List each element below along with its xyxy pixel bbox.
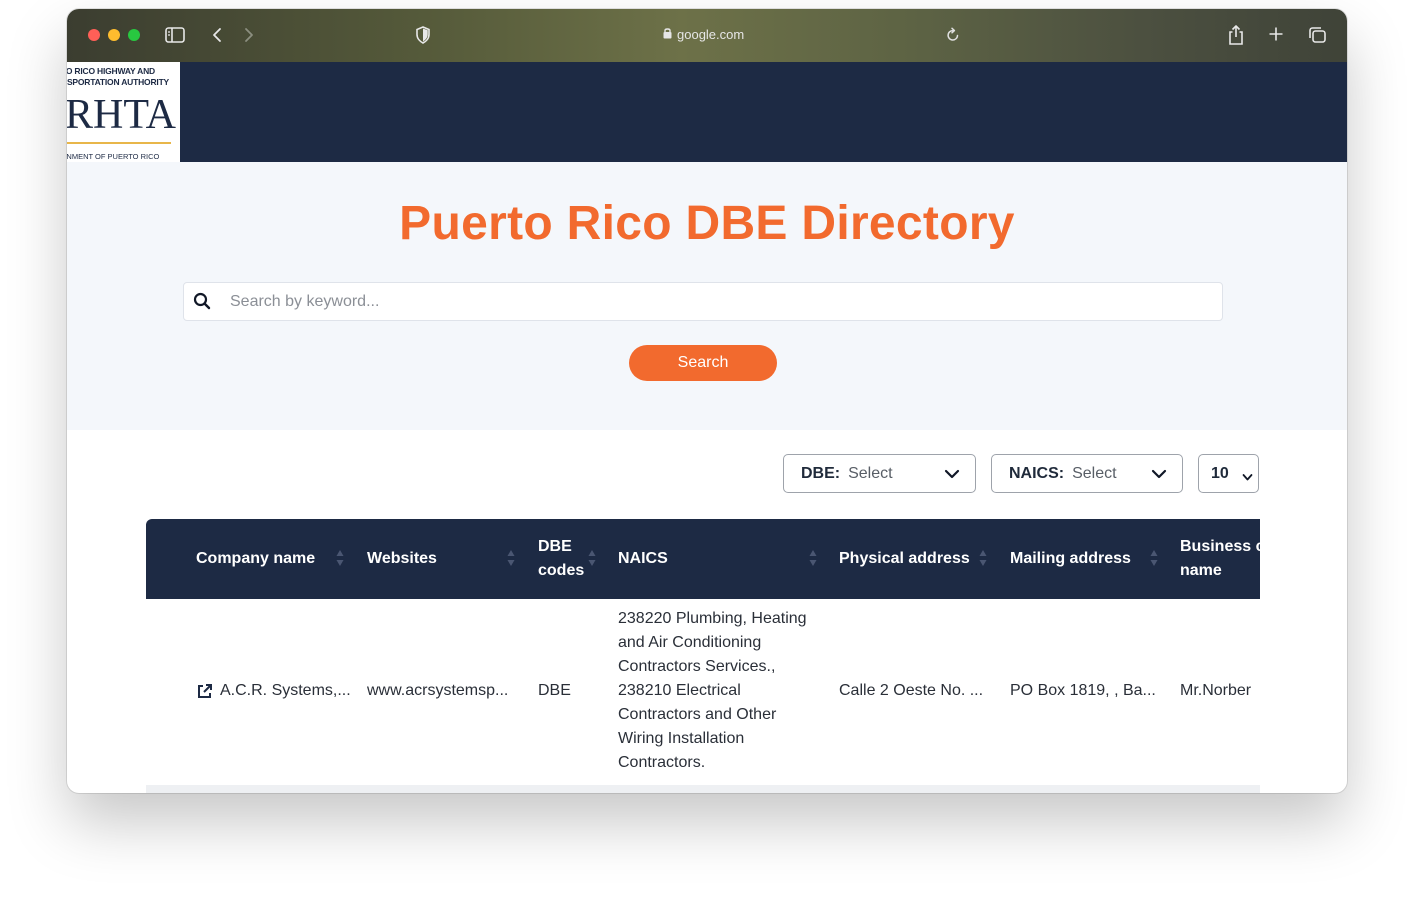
privacy-shield-icon[interactable]	[415, 26, 431, 49]
column-header-dbe-codes[interactable]: DBE codes	[538, 535, 584, 583]
dbe-filter-label: DBE:	[801, 464, 841, 482]
dbe-filter-select[interactable]: DBE: Select	[783, 454, 976, 493]
hero-search-section: Puerto Rico DBE Directory Search	[67, 162, 1347, 430]
sort-icon[interactable]	[1150, 549, 1158, 572]
naics-filter-label: NAICS:	[1009, 464, 1065, 482]
sort-icon[interactable]	[507, 549, 515, 572]
external-link-icon[interactable]	[196, 683, 213, 705]
address-bar[interactable]: google.com	[663, 27, 863, 42]
cell-website[interactable]: www.acrsystemsp...	[367, 679, 508, 703]
table-row[interactable]: A.C.R. Systems,... www.acrsystemsp... DB…	[146, 599, 1260, 785]
table-row-divider	[146, 785, 1260, 793]
reload-icon[interactable]	[946, 27, 960, 48]
cell-dbe-code: DBE	[538, 682, 571, 699]
new-tab-icon[interactable]	[1268, 26, 1284, 47]
back-icon[interactable]	[211, 26, 223, 49]
cell-business-contact: Mr.Norber	[1180, 682, 1252, 699]
column-header-naics[interactable]: NAICS	[618, 547, 668, 571]
logo-government-line: RNMENT OF PUERTO RICO	[67, 152, 160, 161]
maximize-window-button[interactable]	[128, 29, 140, 41]
naics-filter-value: Select	[1072, 464, 1117, 482]
logo-gold-rule	[67, 142, 171, 144]
page-title: Puerto Rico DBE Directory	[399, 197, 1015, 250]
lock-icon	[663, 27, 672, 42]
cell-company-name[interactable]: A.C.R. Systems,...	[220, 679, 351, 703]
chevron-down-icon	[1151, 467, 1167, 485]
column-header-mailing-address[interactable]: Mailing address	[1010, 547, 1131, 571]
site-header: TO RICO HIGHWAY AND NSPORTATION AUTHORIT…	[67, 62, 1347, 162]
share-icon[interactable]	[1227, 24, 1245, 51]
logo-acronym: RHTA	[67, 92, 176, 138]
sort-icon[interactable]	[336, 549, 344, 572]
cell-mailing-address: PO Box 1819, , Ba...	[1010, 682, 1156, 699]
cell-physical-address: Calle 2 Oeste No. ...	[839, 682, 984, 699]
sort-icon[interactable]	[809, 549, 817, 572]
column-header-websites[interactable]: Websites	[367, 547, 437, 571]
minimize-window-button[interactable]	[108, 29, 120, 41]
search-box	[183, 282, 1223, 321]
column-header-business-contact-name[interactable]: Business c name	[1180, 535, 1260, 583]
naics-filter-select[interactable]: NAICS: Select	[991, 454, 1183, 493]
page-size-value: 10	[1211, 464, 1229, 482]
column-header-company-name[interactable]: Company name	[196, 547, 315, 571]
close-window-button[interactable]	[88, 29, 100, 41]
logo-agency-name: TO RICO HIGHWAY AND NSPORTATION AUTHORIT…	[67, 66, 170, 87]
browser-window: google.com TO RICO HIGHWAY AND NSPORTATI…	[67, 9, 1347, 793]
chevron-down-icon	[944, 467, 960, 485]
search-button[interactable]: Search	[629, 345, 777, 381]
cell-naics: 238220 Plumbing, Heating and Air Conditi…	[618, 610, 807, 771]
prhta-logo[interactable]: TO RICO HIGHWAY AND NSPORTATION AUTHORIT…	[67, 62, 180, 162]
search-input[interactable]	[230, 283, 1190, 320]
page-size-select[interactable]: 10	[1198, 454, 1259, 493]
browser-toolbar: google.com	[67, 9, 1347, 62]
sort-icon[interactable]	[979, 549, 987, 572]
search-icon	[193, 292, 211, 310]
tab-overview-icon[interactable]	[1308, 26, 1327, 49]
table-header: Company name Websites DBE codes NAICS Ph…	[146, 519, 1260, 599]
chevron-down-icon	[1242, 469, 1253, 487]
forward-icon[interactable]	[243, 26, 255, 49]
column-header-physical-address[interactable]: Physical address	[839, 547, 970, 571]
sidebar-toggle-icon[interactable]	[165, 26, 185, 49]
sort-icon[interactable]	[588, 549, 596, 572]
dbe-filter-value: Select	[848, 464, 893, 482]
url-text: google.com	[677, 27, 745, 42]
